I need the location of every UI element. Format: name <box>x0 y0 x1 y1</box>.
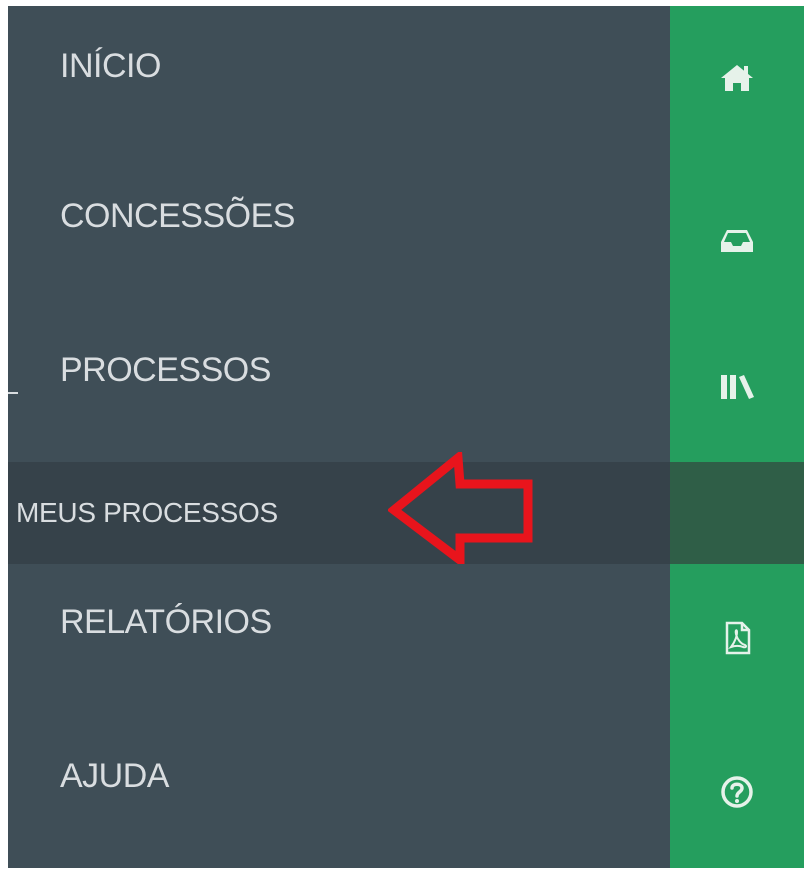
help-icon <box>721 776 753 808</box>
menu-item-label: CONCESSÕES <box>60 196 295 235</box>
rail-home-button[interactable] <box>670 28 804 128</box>
home-icon <box>721 65 753 91</box>
menu-item-processos[interactable]: PROCESSOS <box>8 320 670 420</box>
pdf-file-icon <box>725 621 751 655</box>
rail-concessoes-button[interactable] <box>670 190 804 290</box>
menu-item-label: AJUDA <box>60 756 169 795</box>
submenu-item-meus-processos[interactable]: MEUS PROCESSOS <box>8 462 670 564</box>
icon-rail <box>670 6 804 868</box>
sidebar-menu: INÍCIO CONCESSÕES PROCESSOS MEUS PROCESS… <box>8 6 670 868</box>
rail-ajuda-button[interactable] <box>670 742 804 842</box>
menu-item-concessoes[interactable]: CONCESSÕES <box>8 166 670 266</box>
rail-relatorios-button[interactable] <box>670 588 804 688</box>
library-icon <box>721 375 754 399</box>
inbox-icon <box>721 230 753 252</box>
menu-item-inicio[interactable]: INÍCIO <box>8 16 670 116</box>
menu-item-label: PROCESSOS <box>60 350 271 389</box>
rail-meus-processos-button[interactable] <box>670 462 804 564</box>
menu-item-relatorios[interactable]: RELATÓRIOS <box>8 572 670 672</box>
annotation-arrow-icon <box>388 452 533 564</box>
menu-item-ajuda[interactable]: AJUDA <box>8 726 670 826</box>
menu-item-label: RELATÓRIOS <box>60 602 272 641</box>
rail-processos-button[interactable] <box>670 336 804 436</box>
submenu-item-label: MEUS PROCESSOS <box>16 497 278 528</box>
menu-item-label: INÍCIO <box>60 46 161 85</box>
